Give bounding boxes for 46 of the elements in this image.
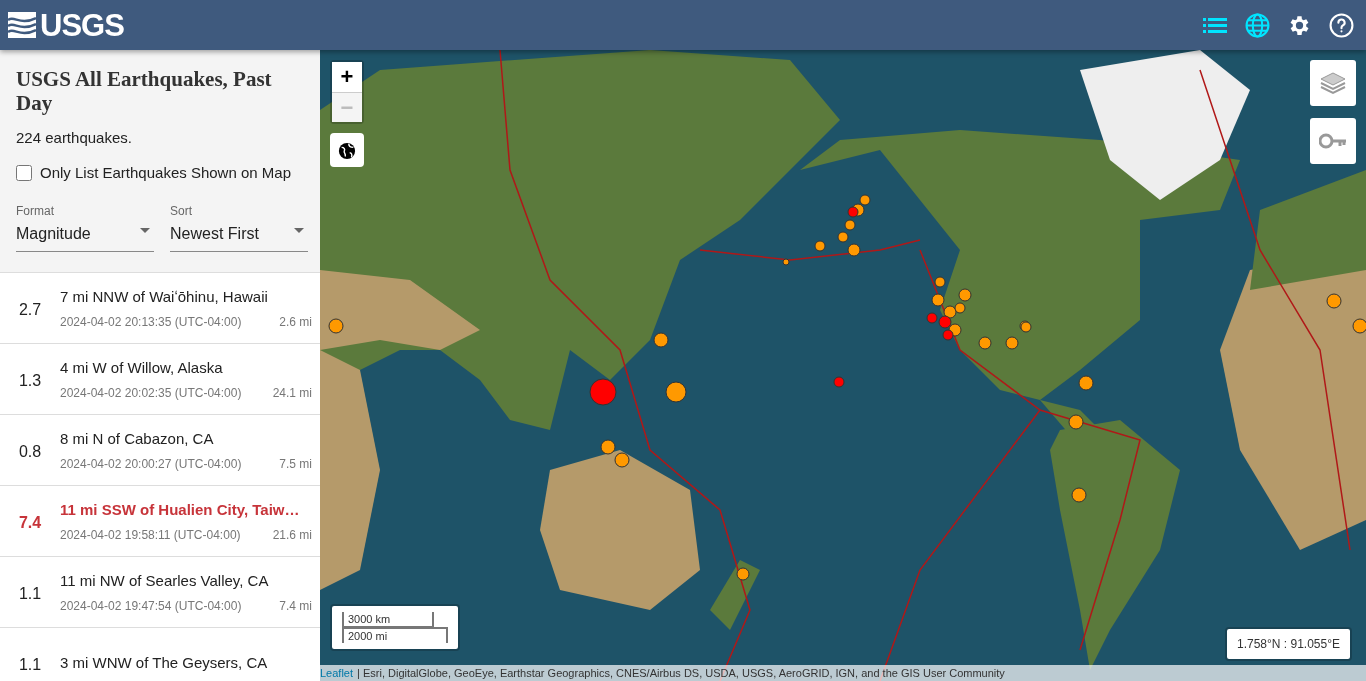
event-place: 11 mi SSW of Hualien City, Taiw… xyxy=(60,500,300,520)
filter-label: Only List Earthquakes Shown on Map xyxy=(40,162,291,183)
magnitude: 0.8 xyxy=(17,442,43,462)
layers-button[interactable] xyxy=(1310,60,1356,106)
help-icon[interactable] xyxy=(1328,12,1354,38)
event-time: 2024-04-02 20:02:35 (UTC-04:00) xyxy=(60,385,242,402)
dropdown-select[interactable]: Newest First xyxy=(170,220,308,252)
logo[interactable]: USGS xyxy=(8,9,124,41)
sidebar-title: USGS All Earthquakes, Past Day xyxy=(16,67,273,115)
event-place: 8 mi N of Cabazon, CA xyxy=(60,429,214,449)
caret-icon xyxy=(140,228,150,233)
magnitude: 1.3 xyxy=(17,371,43,391)
event-depth: 24.1 mi xyxy=(272,385,312,402)
wave-logo-icon xyxy=(8,12,36,38)
magnitude: 2.7 xyxy=(17,300,43,320)
event-place: 11 mi NW of Searles Valley, CA xyxy=(60,571,269,591)
filter-checkbox[interactable] xyxy=(16,164,32,181)
event-time: 2024-04-02 20:13:35 (UTC-04:00) xyxy=(60,314,242,331)
key-icon xyxy=(1319,133,1347,149)
event-depth: 7.4 mi xyxy=(279,598,312,615)
earthquake-count: 224 earthquakes. xyxy=(16,128,133,148)
coordinates-readout: 1.758°N : 91.055°E xyxy=(1225,627,1352,661)
magnitude: 1.1 xyxy=(17,584,43,604)
logo-text: USGS xyxy=(40,9,124,41)
legend-key-button[interactable] xyxy=(1310,118,1356,164)
magnitude: 1.1 xyxy=(17,655,43,675)
magnitude: 7.4 xyxy=(17,513,43,533)
event-place: 3 mi WNW of The Geysers, CA xyxy=(60,653,268,673)
select-label: Format xyxy=(16,203,55,220)
event-depth: 7.5 mi xyxy=(279,456,312,473)
world-view-button[interactable] xyxy=(330,133,364,167)
attribution-text: | Esri, DigitalGlobe, GeoEye, Earthstar Geographics, CNES/Airbus DS, USDA, USGS, AeroGRID, IGN, and the GIS User Community xyxy=(357,667,1005,679)
globe-icon xyxy=(338,142,356,161)
event-place: 7 mi NNW of Waiʻōhinu, Hawaii xyxy=(60,287,268,307)
event-depth: 2.6 mi xyxy=(279,314,312,331)
event-depth: 21.6 mi xyxy=(272,527,312,544)
event-time: 2024-04-02 19:47:54 (UTC-04:00) xyxy=(60,598,242,615)
globe-icon[interactable] xyxy=(1244,12,1270,38)
select-label: Sort xyxy=(170,203,193,220)
caret-icon xyxy=(294,228,304,233)
event-time: 2024-04-02 19:58:11 (UTC-04:00) xyxy=(60,527,241,544)
event-place: 4 mi W of Willow, Alaska xyxy=(60,358,223,378)
scale-label: 3000 km xyxy=(342,612,434,627)
event-time: 2024-04-02 20:00:27 (UTC-04:00) xyxy=(60,456,242,473)
dropdown-select[interactable]: Magnitude xyxy=(16,220,154,252)
scale-label: 2000 mi xyxy=(342,627,448,643)
